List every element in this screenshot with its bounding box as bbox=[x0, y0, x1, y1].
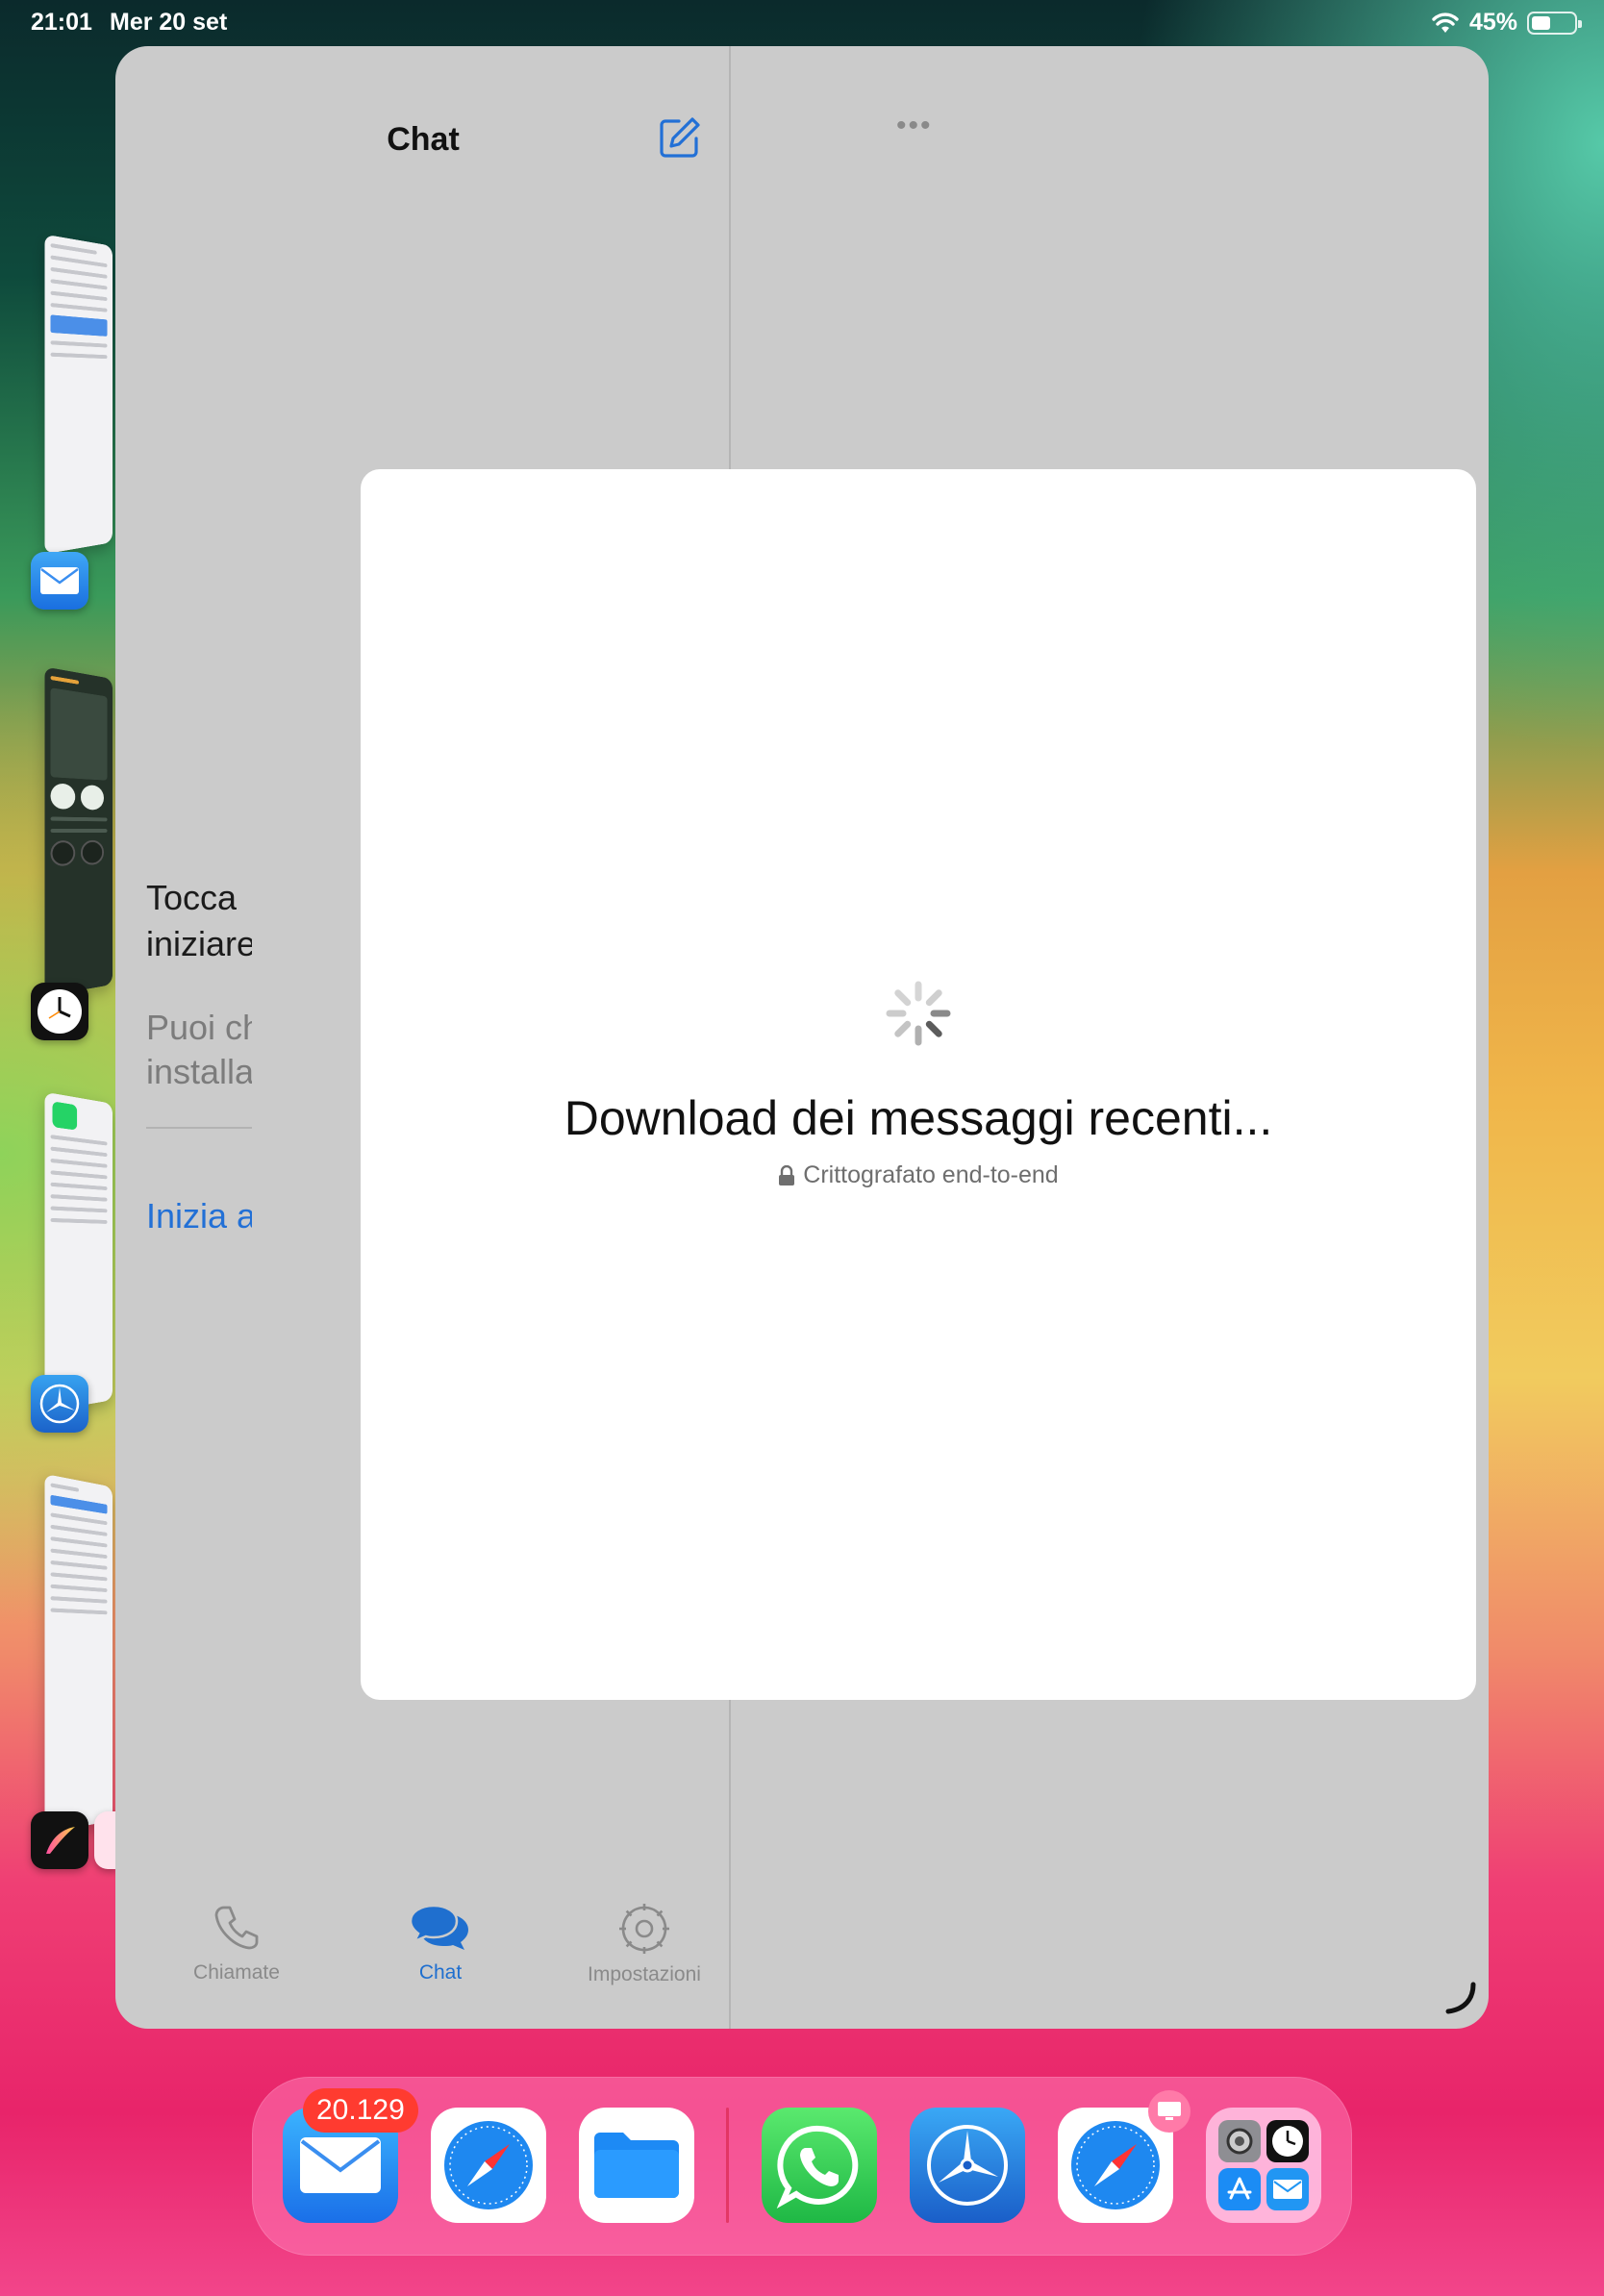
photos-icon[interactable] bbox=[94, 1811, 117, 1869]
phone-icon bbox=[214, 1906, 259, 1950]
loading-modal: Download dei messaggi recenti... Crittog… bbox=[361, 469, 1476, 1700]
status-time: 21:01 bbox=[31, 9, 92, 36]
dock-whatsapp[interactable] bbox=[762, 2108, 877, 2223]
folder-icon bbox=[1218, 2120, 1309, 2210]
handoff-desktop-icon bbox=[1148, 2090, 1190, 2133]
empty-state-subtitle: Puoi ch installa bbox=[146, 1006, 252, 1094]
loading-spinner-icon bbox=[886, 981, 951, 1046]
whatsapp-icon bbox=[776, 2125, 859, 2209]
tab-label: Chat bbox=[418, 1961, 463, 1984]
tab-label: Chiamate bbox=[193, 1961, 280, 1984]
settings-mini-icon bbox=[1218, 2120, 1261, 2162]
stage-card-mail[interactable] bbox=[44, 234, 113, 555]
tab-calls[interactable]: Chiamate bbox=[140, 1902, 333, 1984]
text-line: Puoi ch bbox=[146, 1008, 252, 1047]
mail-mini-icon bbox=[1266, 2168, 1309, 2210]
resize-handle-icon[interactable] bbox=[1441, 1979, 1479, 2017]
dock-separator bbox=[726, 2108, 729, 2223]
divider bbox=[146, 1127, 252, 1129]
testflight-icon[interactable] bbox=[31, 1375, 88, 1433]
sidebar-title: Chat bbox=[387, 121, 460, 158]
tab-settings[interactable]: Impostazioni bbox=[548, 1902, 740, 1986]
status-bar: 21:01 Mer 20 set 45% bbox=[0, 0, 1604, 44]
procreate-icon[interactable] bbox=[31, 1811, 88, 1869]
window-grabber-dots[interactable]: ••• bbox=[896, 110, 933, 142]
files-icon bbox=[594, 2133, 679, 2198]
start-chat-link[interactable]: Inizia a bbox=[146, 1196, 252, 1236]
safari-icon bbox=[1071, 2121, 1160, 2209]
tab-chats[interactable]: Chat bbox=[344, 1902, 537, 1984]
compose-icon[interactable] bbox=[658, 115, 702, 160]
modal-subtitle-row: Crittografato end-to-end bbox=[361, 1161, 1476, 1189]
dock-files[interactable] bbox=[579, 2108, 694, 2223]
testflight-icon bbox=[927, 2125, 1008, 2206]
dock-folder[interactable] bbox=[1206, 2108, 1321, 2223]
battery-fill bbox=[1532, 15, 1550, 30]
mail-icon[interactable] bbox=[31, 552, 88, 610]
tab-label: Impostazioni bbox=[588, 1963, 701, 1985]
lock-icon bbox=[779, 1164, 795, 1185]
modal-title: Download dei messaggi recenti... bbox=[564, 1091, 1273, 1145]
clock-mini-icon bbox=[1266, 2120, 1309, 2162]
stage-card-photos[interactable] bbox=[44, 1473, 113, 1834]
stage-card-clock[interactable] bbox=[44, 666, 113, 997]
mail-icon bbox=[300, 2137, 381, 2193]
dock-safari[interactable] bbox=[431, 2108, 546, 2223]
status-date: Mer 20 set bbox=[110, 9, 228, 36]
whatsapp-window: ••• Chat Tocca iniziare Puoi ch installa I… bbox=[115, 46, 1489, 2029]
dock-testflight[interactable] bbox=[910, 2108, 1025, 2223]
gear-icon bbox=[619, 1904, 669, 1954]
mail-unread-badge: 20.129 bbox=[303, 2088, 418, 2133]
safari-icon bbox=[444, 2121, 533, 2209]
wifi-icon bbox=[1432, 12, 1459, 33]
stage-card-whatsapp[interactable] bbox=[44, 1091, 113, 1412]
tab-bar: Chiamate Chat Impostazioni bbox=[115, 1902, 731, 2008]
battery-percent: 45% bbox=[1468, 9, 1517, 36]
encryption-label: Crittografato end-to-end bbox=[803, 1161, 1059, 1188]
chat-bubbles-icon bbox=[409, 1904, 468, 1950]
text-line: installa bbox=[146, 1052, 252, 1091]
text-line: iniziare bbox=[146, 924, 252, 963]
battery-icon bbox=[1527, 11, 1582, 35]
text-line: Tocca bbox=[146, 878, 238, 917]
empty-state-title: Tocca iniziare bbox=[146, 875, 252, 967]
clock-icon[interactable] bbox=[31, 983, 88, 1040]
status-right: 45% bbox=[1431, 9, 1582, 37]
appstore-mini-icon bbox=[1218, 2168, 1261, 2210]
